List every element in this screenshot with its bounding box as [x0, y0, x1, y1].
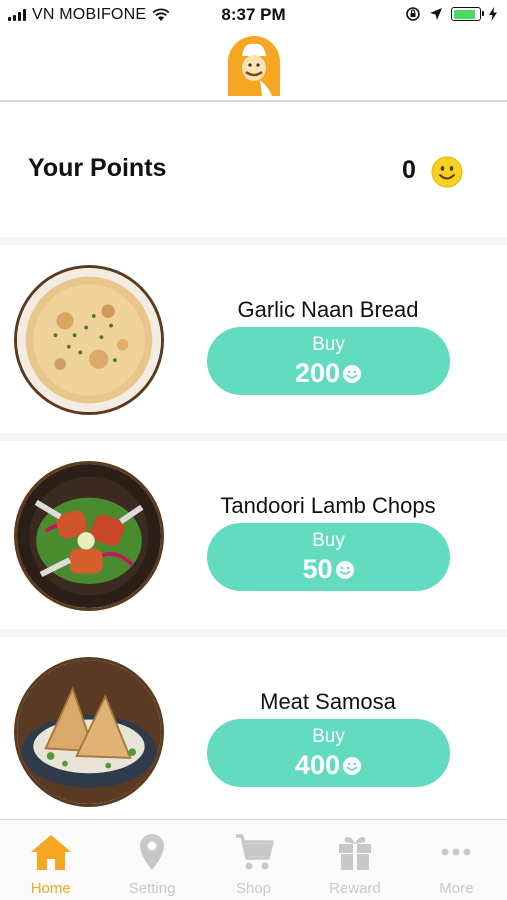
separator [0, 237, 507, 245]
separator [0, 629, 507, 637]
points-value: 0 [402, 156, 416, 184]
tab-setting[interactable]: Setting [101, 820, 202, 900]
buy-label: Buy [312, 530, 345, 551]
reward-item: Garlic Naan Bread Buy 200 [0, 245, 507, 433]
charging-bolt-icon [489, 7, 497, 21]
reward-item-name: Meat Samosa [260, 689, 396, 714]
tab-label: Shop [235, 880, 272, 897]
tab-more[interactable]: More [406, 820, 507, 900]
cart-icon [235, 834, 274, 870]
status-bar: VN MOBIFONE 8:37 PM [0, 0, 507, 30]
reward-item-name: Garlic Naan Bread [237, 297, 419, 322]
tab-bar: Home Setting Shop Reward More [0, 819, 507, 900]
garlic-naan-image [14, 265, 164, 415]
tab-shop[interactable]: Shop [203, 820, 304, 900]
tab-label: More [439, 880, 474, 897]
home-icon [30, 835, 71, 870]
tab-label: Home [30, 880, 71, 897]
location-pin-icon [140, 834, 165, 870]
separator [0, 433, 507, 441]
lamb-chops-image [14, 461, 164, 611]
smiley-icon [335, 560, 354, 579]
buy-label: Buy [312, 726, 345, 747]
more-dots-icon [441, 848, 471, 856]
tab-reward[interactable]: Reward [304, 820, 405, 900]
buy-button[interactable]: Buy 200 [207, 327, 450, 395]
tab-label: Reward [329, 880, 381, 897]
samosa-image [14, 657, 164, 807]
battery-fill [453, 9, 475, 19]
location-arrow-icon [430, 8, 442, 20]
smiley-icon [431, 156, 463, 188]
reward-item-name: Tandoori Lamb Chops [220, 493, 436, 518]
reward-item: Meat Samosa Buy 400 [0, 637, 507, 825]
rotation-lock-icon [406, 7, 420, 21]
battery-icon [451, 7, 484, 21]
buy-label: Buy [312, 334, 345, 355]
buy-button[interactable]: Buy 400 [207, 719, 450, 787]
points-section: Your Points 0 [0, 104, 507, 237]
buy-button[interactable]: Buy 50 [207, 523, 450, 591]
buy-price: 50 [302, 554, 333, 584]
tab-label: Setting [128, 880, 176, 897]
smiley-icon [343, 756, 362, 775]
tab-home[interactable]: Home [0, 820, 101, 900]
buy-price: 200 [294, 358, 341, 388]
chef-mascot-logo[interactable] [224, 36, 284, 96]
reward-item: Tandoori Lamb Chops Buy 50 [0, 441, 507, 629]
buy-price: 400 [294, 750, 341, 780]
gift-icon [338, 837, 371, 870]
smiley-icon [343, 364, 362, 383]
points-title: Your Points [28, 154, 167, 182]
status-right [405, 6, 497, 22]
app-header [0, 30, 507, 102]
